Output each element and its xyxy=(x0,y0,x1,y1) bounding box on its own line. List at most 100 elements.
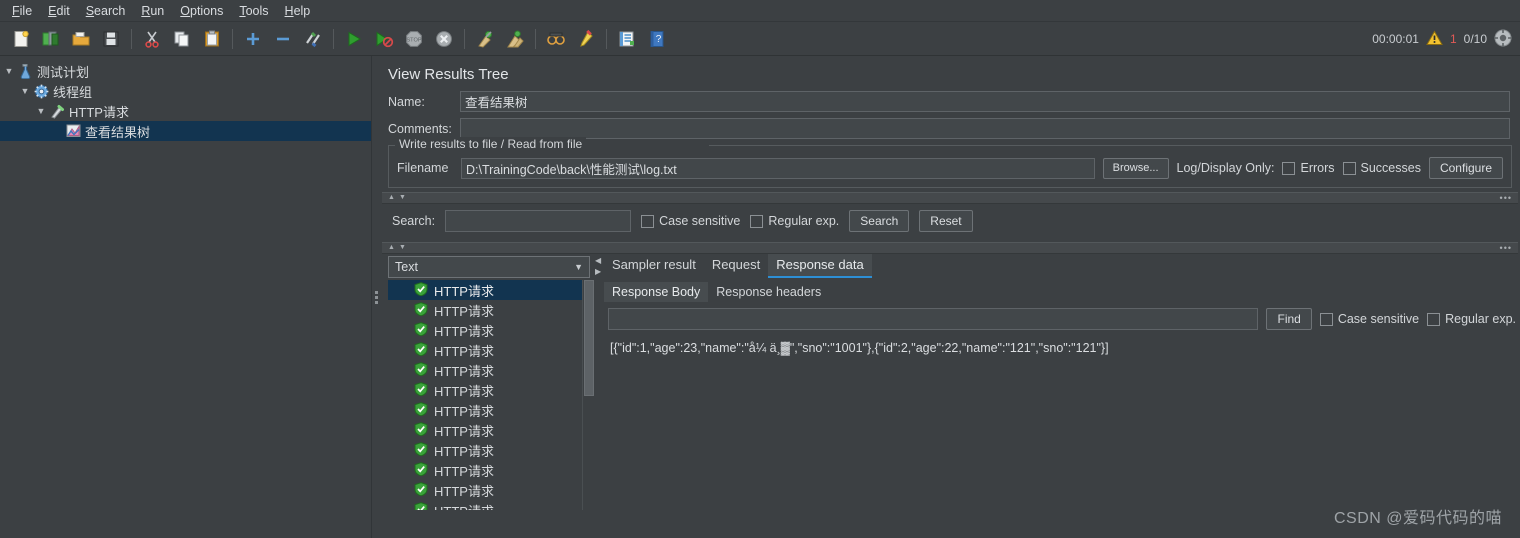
checkbox-box[interactable] xyxy=(1319,312,1333,326)
list-item[interactable]: HTTP请求 xyxy=(388,300,594,320)
tree-node-thread-group[interactable]: ▼ 线程组 xyxy=(0,81,371,101)
cut-icon[interactable] xyxy=(139,26,165,52)
list-item[interactable]: HTTP请求 xyxy=(388,400,594,420)
help-icon[interactable]: ? xyxy=(644,26,670,52)
menu-tools[interactable]: Tools xyxy=(231,1,276,21)
chevron-down-icon[interactable]: ▼ xyxy=(2,61,16,81)
search-bar: Search: Case sensitive Regular exp. Sear… xyxy=(380,204,1520,238)
menu-edit[interactable]: Edit xyxy=(40,1,78,21)
tab-response-data[interactable]: Response data xyxy=(768,254,872,278)
tree-node-http-request[interactable]: ▼ HTTP请求 xyxy=(0,101,371,121)
find-regex-checkbox[interactable]: Regular exp. xyxy=(1427,312,1516,326)
new-icon[interactable] xyxy=(8,26,34,52)
scrollbar-thumb[interactable] xyxy=(584,280,594,396)
menu-file[interactable]: File xyxy=(4,1,40,21)
clear-icon[interactable] xyxy=(472,26,498,52)
filename-input[interactable] xyxy=(461,157,1095,179)
sample-result-list[interactable]: HTTP请求 HTTP请求 HTTP请求 HTTP请求 HTTP请求 HTTP请… xyxy=(388,280,594,510)
function-helper-icon[interactable] xyxy=(614,26,640,52)
shutdown-icon[interactable] xyxy=(431,26,457,52)
templates-icon[interactable] xyxy=(38,26,64,52)
svg-text:STOP: STOP xyxy=(406,37,421,43)
search-input[interactable] xyxy=(445,210,632,232)
result-tabs: Sampler result Request Response data xyxy=(604,254,1520,278)
list-item[interactable]: HTTP请求 xyxy=(388,420,594,440)
list-item[interactable]: HTTP请求 xyxy=(388,500,594,510)
start-no-pauses-icon[interactable] xyxy=(371,26,397,52)
chevron-down-icon[interactable]: ▼ xyxy=(574,262,583,272)
comments-input[interactable] xyxy=(460,118,1510,139)
collapse-all-icon[interactable] xyxy=(270,26,296,52)
name-input[interactable] xyxy=(460,91,1510,112)
checkbox-box[interactable] xyxy=(641,214,655,228)
save-icon[interactable] xyxy=(98,26,124,52)
chevron-down-icon[interactable]: ▼ xyxy=(34,101,48,121)
horizontal-splitter-top[interactable]: ▲ ▼ ••• xyxy=(382,192,1518,204)
expand-all-icon[interactable] xyxy=(240,26,266,52)
splitter-grip[interactable] xyxy=(374,289,378,306)
list-item[interactable]: HTTP请求 xyxy=(388,380,594,400)
open-icon[interactable] xyxy=(68,26,94,52)
thread-status-icon[interactable] xyxy=(1494,29,1512,50)
clear-all-icon[interactable] xyxy=(502,26,528,52)
toolbar-separator xyxy=(333,28,334,49)
checkbox-box[interactable] xyxy=(750,214,764,228)
arrow-up-icon: ▲ xyxy=(388,194,395,201)
subtab-response-headers[interactable]: Response headers xyxy=(708,282,829,302)
splitter-arrows[interactable]: ▲ ▼ xyxy=(388,244,406,252)
reset-button[interactable]: Reset xyxy=(919,210,973,232)
start-icon[interactable] xyxy=(341,26,367,52)
search-regex-checkbox[interactable]: Regular exp. xyxy=(750,214,839,228)
splitter-dots: ••• xyxy=(1499,193,1512,203)
subtab-response-body[interactable]: Response Body xyxy=(604,282,709,302)
list-item-label: HTTP请求 xyxy=(434,423,494,439)
list-item[interactable]: HTTP请求 xyxy=(388,340,594,360)
search-reset-icon[interactable] xyxy=(573,26,599,52)
list-item[interactable]: HTTP请求 xyxy=(388,320,594,340)
tree-node-test-plan[interactable]: ▼ 测试计划 xyxy=(0,61,371,81)
menu-options[interactable]: Options xyxy=(172,1,231,21)
list-item[interactable]: HTTP请求 xyxy=(388,480,594,500)
checkbox-box[interactable] xyxy=(1342,161,1356,175)
find-input[interactable] xyxy=(608,308,1259,330)
errors-checkbox[interactable]: Errors xyxy=(1282,161,1335,175)
find-case-sensitive-checkbox[interactable]: Case sensitive xyxy=(1319,312,1419,326)
menu-search[interactable]: Search xyxy=(78,1,134,21)
response-body-text[interactable]: [{"id":1,"age":23,"name":"å¼ ä¸▓","sno":… xyxy=(604,334,1520,510)
menu-help[interactable]: Help xyxy=(277,1,319,21)
search-icon[interactable] xyxy=(543,26,569,52)
stop-icon[interactable]: STOP xyxy=(401,26,427,52)
toggle-icon[interactable] xyxy=(300,26,326,52)
warning-triangle-icon[interactable] xyxy=(1426,29,1443,49)
list-item[interactable]: HTTP请求 xyxy=(388,360,594,380)
checkbox-box[interactable] xyxy=(1282,161,1296,175)
renderer-combobox[interactable]: Text ▼ xyxy=(388,256,590,278)
toolbar-separator xyxy=(606,28,607,49)
menu-run[interactable]: Run xyxy=(133,1,172,21)
list-item[interactable]: HTTP请求 xyxy=(388,280,594,300)
results-list-scrollbar[interactable] xyxy=(582,280,594,510)
test-plan-tree[interactable]: ▼ 测试计划 ▼ 线程组 ▼ HTTP请求 查看结果树 xyxy=(0,56,372,538)
tab-scroll-arrows[interactable]: ◀ ▶ xyxy=(595,256,601,276)
paste-icon[interactable] xyxy=(199,26,225,52)
list-item[interactable]: HTTP请求 xyxy=(388,440,594,460)
tree-node-view-results-tree[interactable]: 查看结果树 xyxy=(0,121,371,141)
search-case-sensitive-checkbox[interactable]: Case sensitive xyxy=(641,214,740,228)
list-item-label: HTTP请求 xyxy=(434,383,494,399)
find-button[interactable]: Find xyxy=(1266,308,1312,330)
browse-button[interactable]: Browse... xyxy=(1102,157,1169,179)
search-button[interactable]: Search xyxy=(849,210,910,232)
checkbox-box[interactable] xyxy=(1427,312,1441,326)
successes-checkbox[interactable]: Successes xyxy=(1342,161,1421,175)
tab-request[interactable]: Request xyxy=(704,254,768,278)
list-item[interactable]: HTTP请求 xyxy=(388,460,594,480)
configure-button[interactable]: Configure xyxy=(1428,157,1503,179)
horizontal-splitter-bottom[interactable]: ▲ ▼ ••• xyxy=(382,242,1518,254)
splitter-arrows[interactable]: ▲ ▼ xyxy=(388,194,406,202)
tab-sampler-result[interactable]: Sampler result xyxy=(604,254,704,278)
chevron-down-icon[interactable]: ▼ xyxy=(18,81,32,101)
copy-icon[interactable] xyxy=(169,26,195,52)
vertical-splitter[interactable] xyxy=(372,56,380,538)
page-title: View Results Tree xyxy=(388,66,509,83)
list-item-label: HTTP请求 xyxy=(434,363,494,379)
